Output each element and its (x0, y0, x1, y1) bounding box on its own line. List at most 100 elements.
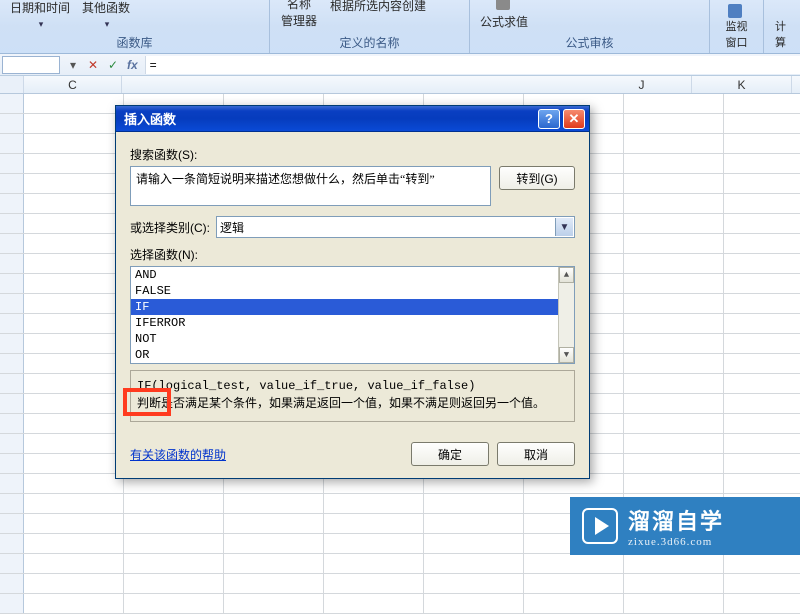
grid-cell[interactable] (624, 314, 724, 333)
grid-cell[interactable] (724, 454, 800, 473)
grid-cell[interactable] (24, 114, 124, 133)
grid-cell[interactable] (24, 594, 124, 613)
grid-cell[interactable] (24, 154, 124, 173)
function-list-item[interactable]: TRUE (131, 363, 574, 364)
formula-input[interactable] (145, 56, 800, 74)
grid-cell[interactable] (24, 234, 124, 253)
ribbon-btn-evaluate-formula[interactable]: 公式求值 (476, 0, 532, 32)
goto-button[interactable]: 转到(G) (499, 166, 575, 190)
grid-cell[interactable] (124, 494, 224, 513)
grid-cell[interactable] (724, 94, 800, 113)
grid-cell[interactable] (624, 434, 724, 453)
row-header[interactable] (0, 334, 24, 353)
grid-cell[interactable] (624, 374, 724, 393)
grid-cell[interactable] (24, 494, 124, 513)
row-header[interactable] (0, 154, 24, 173)
grid-cell[interactable] (724, 414, 800, 433)
row-header[interactable] (0, 294, 24, 313)
scroll-down-icon[interactable]: ▼ (559, 347, 574, 363)
function-list-item[interactable]: AND (131, 267, 574, 283)
row-header[interactable] (0, 594, 24, 613)
grid-cell[interactable] (524, 554, 624, 573)
grid-cell[interactable] (624, 394, 724, 413)
grid-cell[interactable] (24, 554, 124, 573)
grid-cell[interactable] (24, 374, 124, 393)
grid-cell[interactable] (324, 554, 424, 573)
grid-cell[interactable] (724, 574, 800, 593)
grid-cell[interactable] (224, 594, 324, 613)
grid-cell[interactable] (324, 574, 424, 593)
grid-cell[interactable] (624, 214, 724, 233)
ribbon-btn-datetime[interactable]: 日期和时间 ▾ (6, 0, 74, 32)
row-header[interactable] (0, 234, 24, 253)
grid-cell[interactable] (224, 554, 324, 573)
row-header[interactable] (0, 314, 24, 333)
grid-cell[interactable] (24, 314, 124, 333)
help-button[interactable]: ? (538, 109, 560, 129)
ribbon-btn-create-from-selection[interactable]: 根据所选内容创建 (326, 0, 430, 16)
grid-cell[interactable] (624, 94, 724, 113)
grid-cell[interactable] (124, 534, 224, 553)
grid-cell[interactable] (24, 534, 124, 553)
grid-cell[interactable] (724, 374, 800, 393)
grid-cell[interactable] (424, 494, 524, 513)
ribbon-btn-other-functions[interactable]: 其他函数 ▾ (78, 0, 134, 32)
grid-cell[interactable] (724, 594, 800, 613)
grid-cell[interactable] (24, 394, 124, 413)
grid-cell[interactable] (24, 474, 124, 493)
grid-cell[interactable] (324, 594, 424, 613)
row-header[interactable] (0, 214, 24, 233)
row-header[interactable] (0, 414, 24, 433)
row-header[interactable] (0, 474, 24, 493)
grid-cell[interactable] (624, 174, 724, 193)
grid-cell[interactable] (724, 554, 800, 573)
grid-cell[interactable] (724, 354, 800, 373)
grid-cell[interactable] (424, 514, 524, 533)
grid-cell[interactable] (624, 114, 724, 133)
grid-cell[interactable] (624, 414, 724, 433)
grid-cell[interactable] (624, 134, 724, 153)
row-header[interactable] (0, 194, 24, 213)
row-header[interactable] (0, 534, 24, 553)
grid-cell[interactable] (724, 314, 800, 333)
grid-cell[interactable] (624, 154, 724, 173)
grid-cell[interactable] (124, 514, 224, 533)
ribbon-btn-watch-window[interactable]: 监视窗口 (716, 1, 757, 53)
grid-cell[interactable] (324, 514, 424, 533)
row-header[interactable] (0, 134, 24, 153)
grid-cell[interactable] (324, 494, 424, 513)
grid-cell[interactable] (24, 354, 124, 373)
grid-cell[interactable] (724, 334, 800, 353)
grid-cell[interactable] (24, 254, 124, 273)
grid-cell[interactable] (424, 554, 524, 573)
name-box[interactable] (2, 56, 60, 74)
category-select[interactable]: 逻辑 ▼ (216, 216, 575, 238)
grid-cell[interactable] (224, 574, 324, 593)
grid-cell[interactable] (124, 554, 224, 573)
grid-cell[interactable] (424, 534, 524, 553)
grid-cell[interactable] (624, 554, 724, 573)
row-header[interactable] (0, 514, 24, 533)
row-header[interactable] (0, 94, 24, 113)
grid-cell[interactable] (624, 274, 724, 293)
grid-cell[interactable] (224, 534, 324, 553)
column-header[interactable]: L (792, 76, 800, 93)
grid-cell[interactable] (724, 154, 800, 173)
grid-cell[interactable] (724, 394, 800, 413)
close-button[interactable]: ✕ (563, 109, 585, 129)
grid-cell[interactable] (24, 434, 124, 453)
row-header[interactable] (0, 494, 24, 513)
grid-cell[interactable] (624, 594, 724, 613)
grid-cell[interactable] (724, 174, 800, 193)
function-list-item[interactable]: IFERROR (131, 315, 574, 331)
grid-cell[interactable] (24, 414, 124, 433)
grid-cell[interactable] (724, 294, 800, 313)
ok-button[interactable]: 确定 (411, 442, 489, 466)
grid-cell[interactable] (724, 134, 800, 153)
function-list-item[interactable]: NOT (131, 331, 574, 347)
grid-cell[interactable] (24, 214, 124, 233)
cancel-formula-button[interactable]: ✕ (84, 56, 102, 74)
grid-cell[interactable] (724, 254, 800, 273)
grid-cell[interactable] (24, 294, 124, 313)
row-header[interactable] (0, 114, 24, 133)
